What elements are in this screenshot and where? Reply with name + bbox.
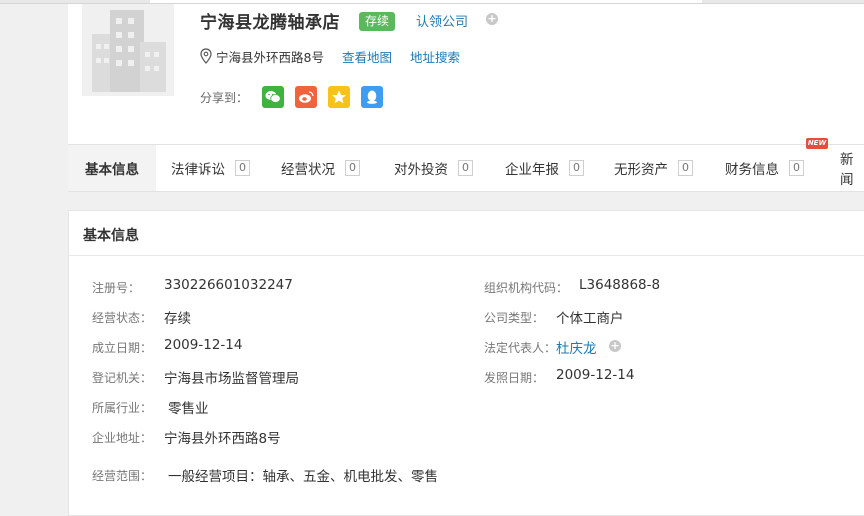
company-logo xyxy=(82,4,174,96)
founded-value: 2009-12-14 xyxy=(164,337,243,353)
tab-label: 基本信息 xyxy=(85,162,139,178)
company-type-label: 公司类型： xyxy=(484,311,545,325)
status-badge: 存续 xyxy=(359,12,396,31)
org-code-value: L3648868-8 xyxy=(579,277,661,293)
tab-count: 0 xyxy=(569,160,584,176)
org-code-label: 组织机构代码： xyxy=(484,281,569,295)
reg-authority-value: 宁海县市场监督管理局 xyxy=(164,371,299,387)
qq-icon[interactable] xyxy=(361,86,384,108)
share-row: 分享到： xyxy=(200,86,394,108)
new-badge: NEW xyxy=(806,138,828,149)
tab-label: 财务信息 xyxy=(725,162,779,178)
tab-label: 对外投资 xyxy=(394,162,448,178)
tab-label: 经营状况 xyxy=(281,162,335,178)
reg-authority-label: 登记机关： xyxy=(92,371,153,385)
tab-news[interactable]: 新闻 xyxy=(840,145,864,191)
biz-status-label: 经营状态： xyxy=(92,311,153,325)
address-search-link[interactable]: 地址搜索 xyxy=(410,47,460,66)
tab-count: 0 xyxy=(678,160,693,176)
legal-rep-label: 法定代表人： xyxy=(484,341,557,355)
add-plus-icon[interactable]: + xyxy=(486,13,498,25)
panel-title: 基本信息 xyxy=(83,228,139,244)
view-map-link[interactable]: 查看地图 xyxy=(342,47,392,66)
tab-intangible[interactable]: 无形资产 0 xyxy=(614,145,693,191)
address-value: 宁海县外环西路8号 xyxy=(164,431,281,447)
company-type-value: 个体工商户 xyxy=(556,311,624,327)
tab-financial[interactable]: 财务信息 0 xyxy=(725,145,804,191)
industry-value: 零售业 xyxy=(168,401,209,417)
biz-status-value: 存续 xyxy=(164,311,191,327)
panel-divider xyxy=(69,255,864,256)
weibo-icon[interactable] xyxy=(295,86,318,108)
tab-label: 无形资产 xyxy=(614,162,668,178)
tab-count: 0 xyxy=(235,160,250,176)
company-name: 宁海县龙腾轴承店 xyxy=(200,13,340,33)
tab-label: 企业年报 xyxy=(505,162,559,178)
tab-annual-report[interactable]: 企业年报 0 xyxy=(505,145,584,191)
tab-operations[interactable]: 经营状况 0 xyxy=(281,145,360,191)
qzone-icon[interactable] xyxy=(328,86,351,108)
top-strip-segment xyxy=(150,0,702,3)
reg-no-value: 330226601032247 xyxy=(164,277,293,293)
tab-count: 0 xyxy=(789,160,804,176)
wechat-icon[interactable] xyxy=(262,86,285,108)
tab-label: 新闻 xyxy=(840,152,854,188)
tab-legal[interactable]: 法律诉讼 0 xyxy=(171,145,250,191)
scope-label: 经营范围： xyxy=(92,469,153,483)
basic-info-panel: 基本信息 注册号： 330226601032247 组织机构代码： L36488… xyxy=(68,210,864,516)
share-label: 分享到： xyxy=(200,90,249,105)
company-address: 宁海县外环西路8号 xyxy=(216,49,324,65)
tab-count: 0 xyxy=(458,160,473,176)
company-header: 宁海县龙腾轴承店 存续 认领公司 + 宁海县外环西路8号 查看地图 地址搜索 分… xyxy=(68,4,864,144)
claim-company-link[interactable]: 认领公司 xyxy=(416,11,468,30)
location-pin-icon xyxy=(200,48,212,64)
scope-value: 一般经营项目：轴承、五金、机电批发、零售 xyxy=(168,469,438,485)
founded-label: 成立日期： xyxy=(92,341,153,355)
issue-date-label: 发照日期： xyxy=(484,371,545,385)
industry-label: 所属行业： xyxy=(92,401,153,415)
reg-no-label: 注册号： xyxy=(92,281,141,295)
tab-basic-info[interactable]: 基本信息 xyxy=(68,145,156,191)
building-icon xyxy=(82,4,174,96)
tab-bar: 基本信息 法律诉讼 0 经营状况 0 对外投资 0 企业年报 0 无形资产 0 … xyxy=(68,138,864,192)
tab-label: 法律诉讼 xyxy=(171,162,225,178)
tab-investment[interactable]: 对外投资 0 xyxy=(394,145,473,191)
legal-rep-link[interactable]: 杜庆龙 xyxy=(556,337,597,357)
legal-rep-plus-icon[interactable]: + xyxy=(609,340,621,352)
address-row: 宁海县外环西路8号 查看地图 地址搜索 xyxy=(200,47,460,65)
address-label: 企业地址： xyxy=(92,431,153,445)
tab-count: 0 xyxy=(345,160,360,176)
issue-date-value: 2009-12-14 xyxy=(556,367,635,383)
